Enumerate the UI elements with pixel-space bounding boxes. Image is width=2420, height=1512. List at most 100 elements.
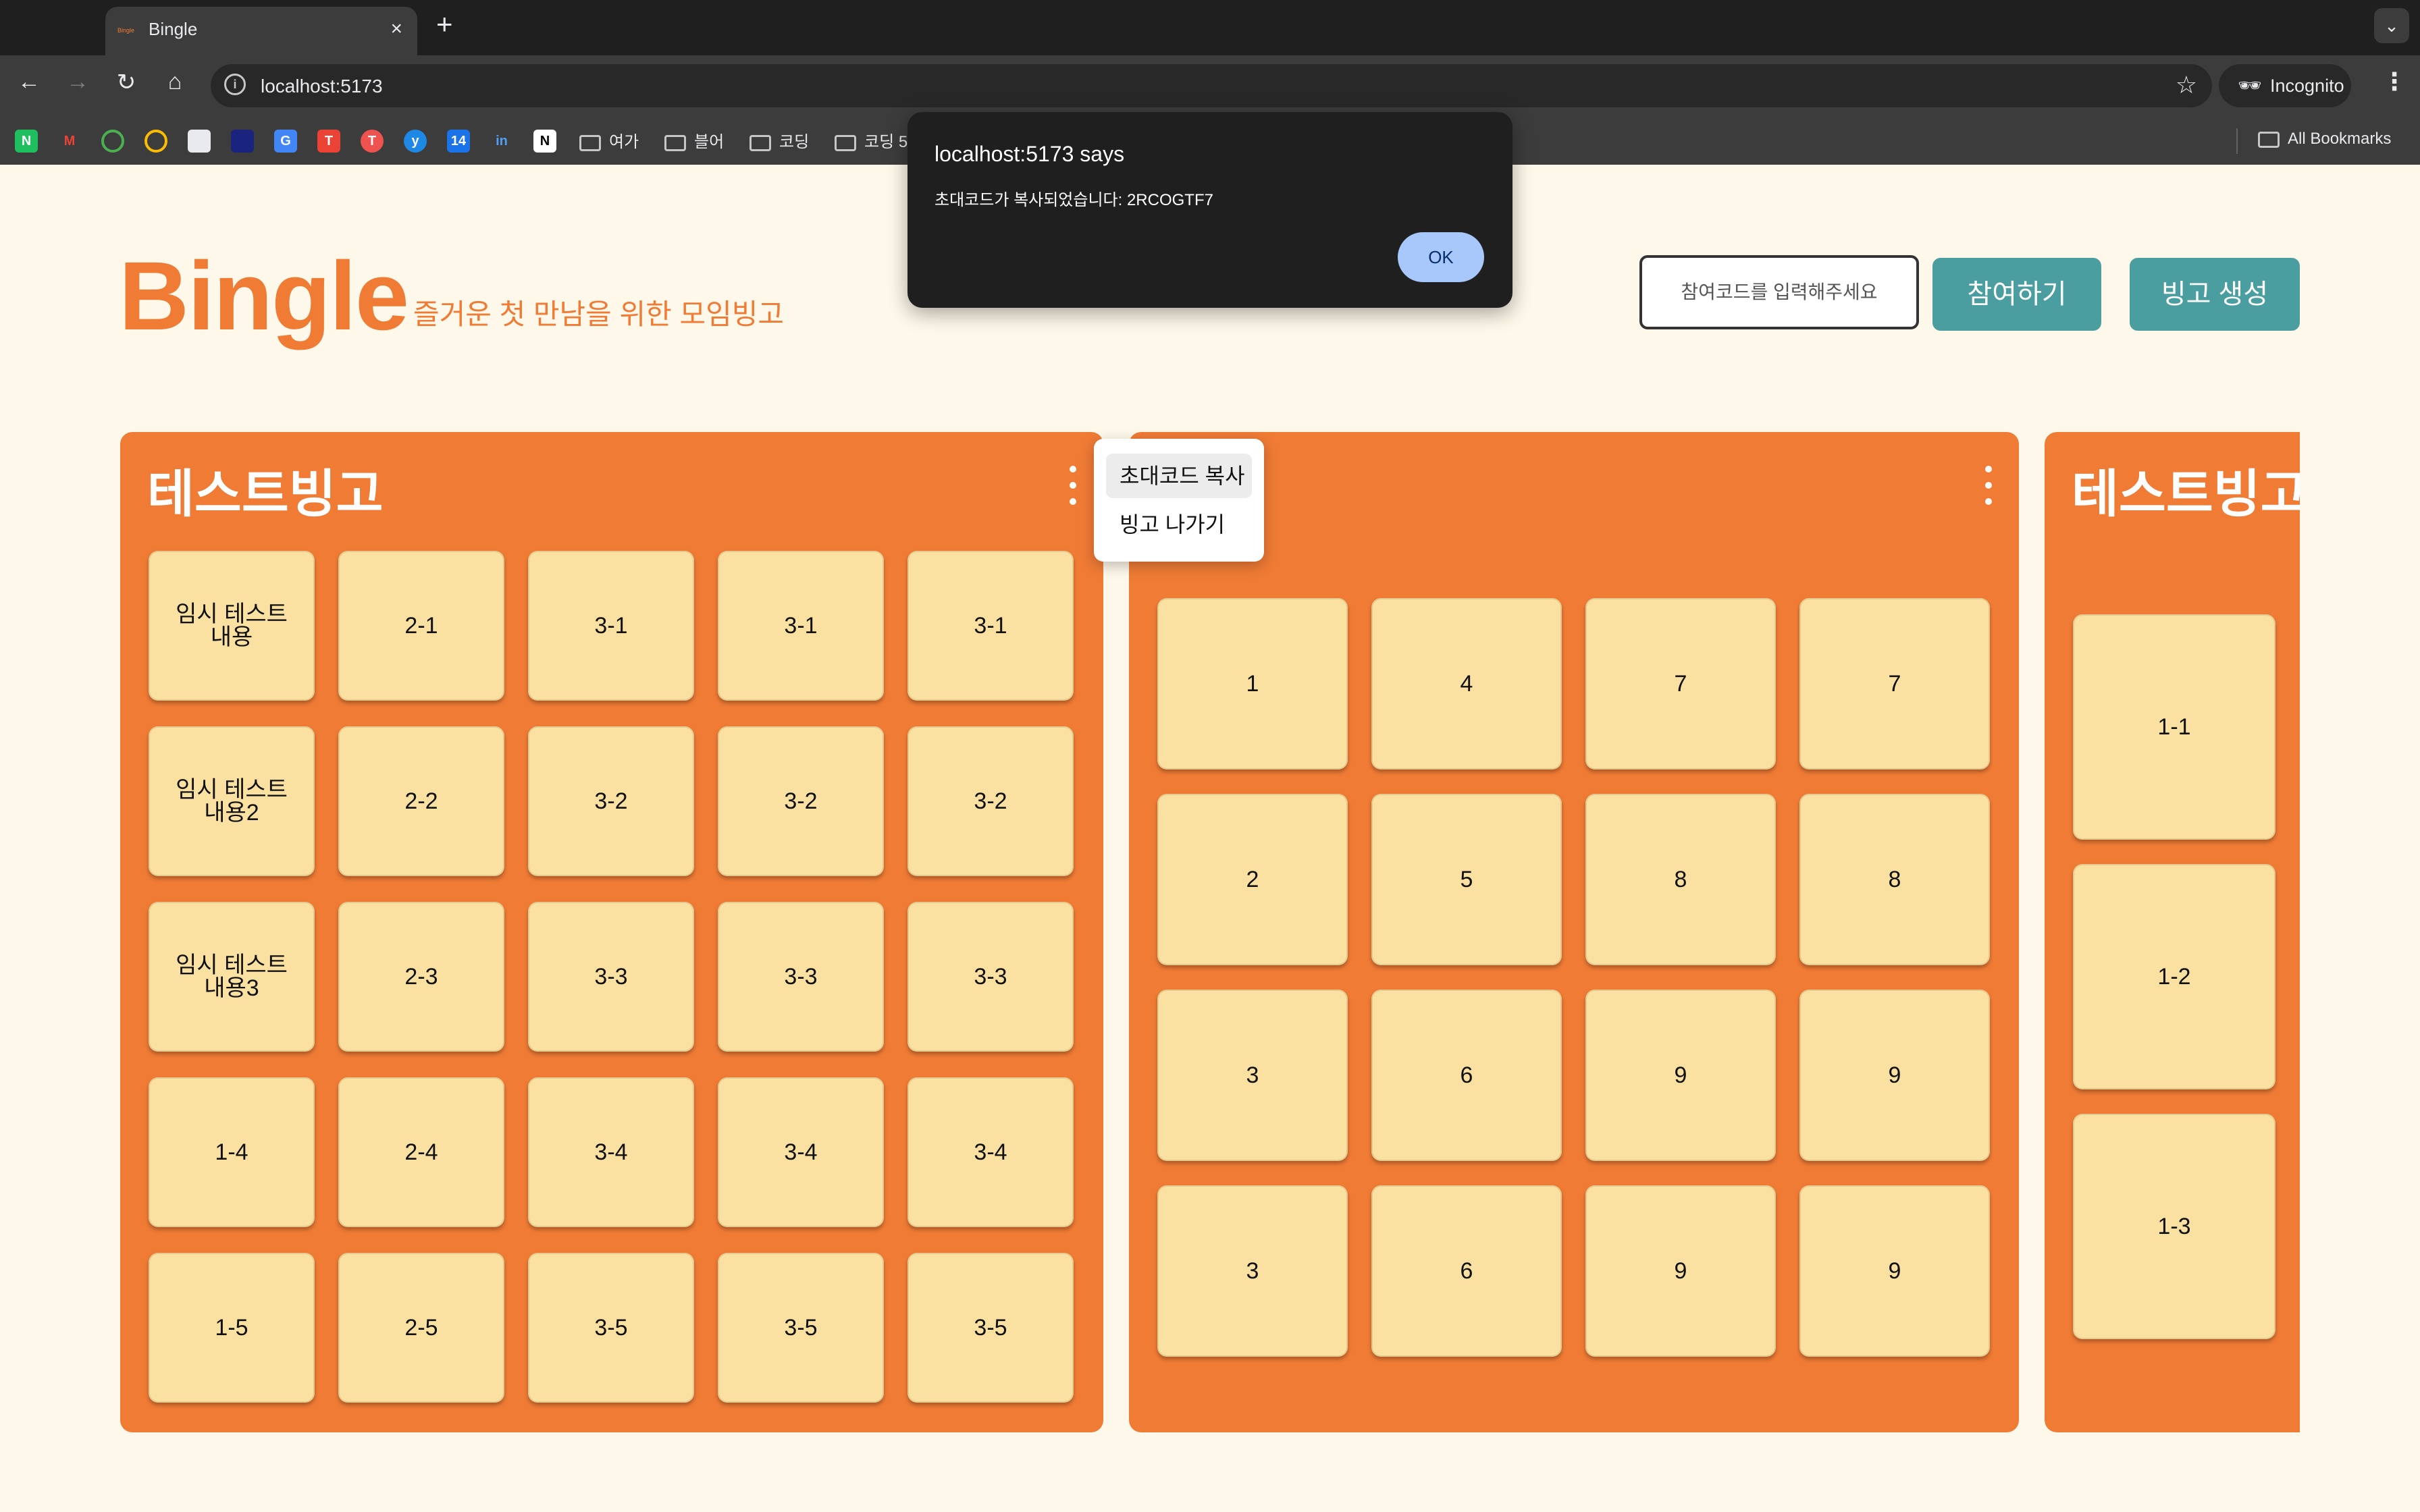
card-menu-icon[interactable] xyxy=(1063,466,1083,514)
forward-icon[interactable]: → xyxy=(61,69,95,95)
bingo-cell[interactable]: 6 xyxy=(1371,990,1562,1161)
folder-icon xyxy=(835,134,856,151)
bingo-cell[interactable]: 3-3 xyxy=(528,902,694,1052)
bingo-cell[interactable]: 9 xyxy=(1585,1185,1776,1357)
dialog-message: 초대코드가 복사되었습니다: 2RCOGTF7 xyxy=(935,191,1213,209)
bingo-cell[interactable]: 5 xyxy=(1371,794,1562,965)
bingo-cell[interactable]: 3-1 xyxy=(908,551,1074,701)
address-bar[interactable]: i localhost:5173 ☆ xyxy=(211,64,2212,107)
create-bingo-button[interactable]: 빙고 생성 xyxy=(2130,258,2300,331)
bingo-cell[interactable]: 2 xyxy=(1157,794,1348,965)
bookmark-image-icon[interactable] xyxy=(188,130,211,153)
bingo-cell[interactable]: 7 xyxy=(1799,598,1990,770)
bingo-cell[interactable]: 6 xyxy=(1371,1185,1562,1357)
bingo-card-3[interactable]: 테스트빙고 1-1 1-2 1-3 xyxy=(2045,432,2300,1432)
favicon-icon: Bingle xyxy=(117,27,135,34)
bingo-cell[interactable]: 1-1 xyxy=(2073,614,2276,840)
copy-invite-code-item[interactable]: 초대코드 복사 xyxy=(1106,454,1252,498)
bookmark-folder-3[interactable]: 코딩 xyxy=(749,128,809,152)
bingo-cell[interactable]: 3-1 xyxy=(528,551,694,701)
bingo-cell[interactable]: 2-4 xyxy=(338,1077,504,1227)
star-icon[interactable]: ☆ xyxy=(2176,71,2197,99)
bookmark-notion-icon[interactable]: N xyxy=(533,130,556,153)
bingo-cell[interactable]: 3-5 xyxy=(528,1253,694,1403)
bookmark-circle-icon[interactable] xyxy=(101,130,124,153)
bingo-cell[interactable]: 3-3 xyxy=(908,902,1074,1052)
bingo-cell[interactable]: 임시 테스트 내용2 xyxy=(149,726,315,876)
bookmark-gmail-icon[interactable]: M xyxy=(58,130,81,153)
bingo-cell[interactable]: 3-2 xyxy=(718,726,884,876)
folder-icon xyxy=(579,134,601,151)
leave-bingo-item[interactable]: 빙고 나가기 xyxy=(1106,502,1252,547)
card-menu-icon[interactable] xyxy=(1978,466,1999,514)
new-tab-icon[interactable]: + xyxy=(436,8,453,40)
tab-close-icon[interactable]: × xyxy=(390,18,402,40)
bingo-card-1[interactable]: 테스트빙고 임시 테스트 내용 2-1 3-1 3-1 3-1 임시 테스트 내용2 2-2… xyxy=(120,432,1103,1432)
bookmark-folder-1[interactable]: 여가 xyxy=(579,128,639,152)
bookmark-folder-4[interactable]: 코딩 5 xyxy=(835,128,908,152)
bingo-cell[interactable]: 2-2 xyxy=(338,726,504,876)
site-info-icon[interactable]: i xyxy=(224,74,246,95)
bingo-cell[interactable]: 8 xyxy=(1585,794,1776,965)
bookmark-book-icon[interactable] xyxy=(231,130,254,153)
bingo-cell[interactable]: 3-3 xyxy=(718,902,884,1052)
kebab-menu-icon[interactable]: ⋮ xyxy=(2382,68,2406,96)
bingo-cell[interactable]: 3-4 xyxy=(718,1077,884,1227)
bingo-cell[interactable]: 1-4 xyxy=(149,1077,315,1227)
all-bookmarks[interactable]: All Bookmarks xyxy=(2258,130,2391,148)
bingo-cell[interactable]: 9 xyxy=(1799,990,1990,1161)
card-context-menu: 초대코드 복사 빙고 나가기 xyxy=(1094,439,1264,562)
incognito-icon: 🕶 xyxy=(2238,75,2262,96)
dialog-ok-button[interactable]: OK xyxy=(1398,232,1484,282)
url-text: localhost:5173 xyxy=(261,76,383,97)
bingo-cell[interactable]: 1 xyxy=(1157,598,1348,770)
bingo-cell[interactable]: 3-1 xyxy=(718,551,884,701)
bingo-cell[interactable]: 2-5 xyxy=(338,1253,504,1403)
bookmark-red-circle-icon[interactable]: T xyxy=(361,130,384,153)
bingo-cell[interactable]: 3-5 xyxy=(718,1253,884,1403)
bingo-cell[interactable]: 2-3 xyxy=(338,902,504,1052)
bingo-cell[interactable]: 9 xyxy=(1799,1185,1990,1357)
bingo-cell[interactable]: 7 xyxy=(1585,598,1776,770)
folder-icon xyxy=(2258,131,2280,148)
incognito-badge[interactable]: 🕶 Incognito xyxy=(2219,64,2351,107)
bingo-cell[interactable]: 3-4 xyxy=(908,1077,1074,1227)
folder-icon xyxy=(749,134,771,151)
bookmark-blue-circle-icon[interactable]: y xyxy=(404,130,427,153)
bookmarks-divider xyxy=(2236,128,2238,154)
bingo-card-3-clip: 테스트빙고 1-1 1-2 1-3 xyxy=(2045,432,2300,1432)
bookmark-circle2-icon[interactable] xyxy=(144,130,167,153)
bookmark-translate-icon[interactable]: G xyxy=(274,130,297,153)
bingo-cell[interactable]: 3-4 xyxy=(528,1077,694,1227)
tab-bingle[interactable]: Bingle Bingle × xyxy=(105,7,417,55)
bingo-cell[interactable]: 임시 테스트 내용 xyxy=(149,551,315,701)
bingo-cell[interactable]: 9 xyxy=(1585,990,1776,1161)
bookmark-linkedin-icon[interactable]: in xyxy=(490,130,513,153)
tab-search-icon[interactable]: ⌄ xyxy=(2374,8,2409,43)
bingo-cell[interactable]: 임시 테스트 내용3 xyxy=(149,902,315,1052)
app-logo[interactable]: Bingle xyxy=(119,239,409,354)
bookmark-folder-2[interactable]: 블어 xyxy=(664,128,724,152)
back-icon[interactable]: ← xyxy=(12,69,46,95)
bingo-cell[interactable]: 3-2 xyxy=(528,726,694,876)
join-button[interactable]: 참여하기 xyxy=(1932,258,2101,331)
bingo-cell[interactable]: 8 xyxy=(1799,794,1990,965)
join-code-input[interactable] xyxy=(1639,255,1919,329)
bingo-cell[interactable]: 2-1 xyxy=(338,551,504,701)
reload-icon[interactable]: ↻ xyxy=(109,69,143,96)
folder-icon xyxy=(664,134,686,151)
bingo-cell[interactable]: 3-2 xyxy=(908,726,1074,876)
bingo-cell[interactable]: 4 xyxy=(1371,598,1562,770)
bingo-card-2[interactable]: o 1477258836993699 xyxy=(1129,432,2019,1432)
bingo-cell[interactable]: 1-5 xyxy=(149,1253,315,1403)
bookmark-naver-icon[interactable]: N xyxy=(15,130,38,153)
bingo-cell[interactable]: 1-3 xyxy=(2073,1114,2276,1339)
bingo-cell[interactable]: 1-2 xyxy=(2073,864,2276,1089)
bingo-cell[interactable]: 3-5 xyxy=(908,1253,1074,1403)
alert-dialog: localhost:5173 says 초대코드가 복사되었습니다: 2RCOG… xyxy=(908,112,1512,308)
bookmark-calendar-icon[interactable]: 14 xyxy=(447,130,470,153)
bingo-cell[interactable]: 3 xyxy=(1157,990,1348,1161)
home-icon[interactable]: ⌂ xyxy=(158,69,192,95)
bookmark-red-icon[interactable]: T xyxy=(317,130,340,153)
bingo-cell[interactable]: 3 xyxy=(1157,1185,1348,1357)
